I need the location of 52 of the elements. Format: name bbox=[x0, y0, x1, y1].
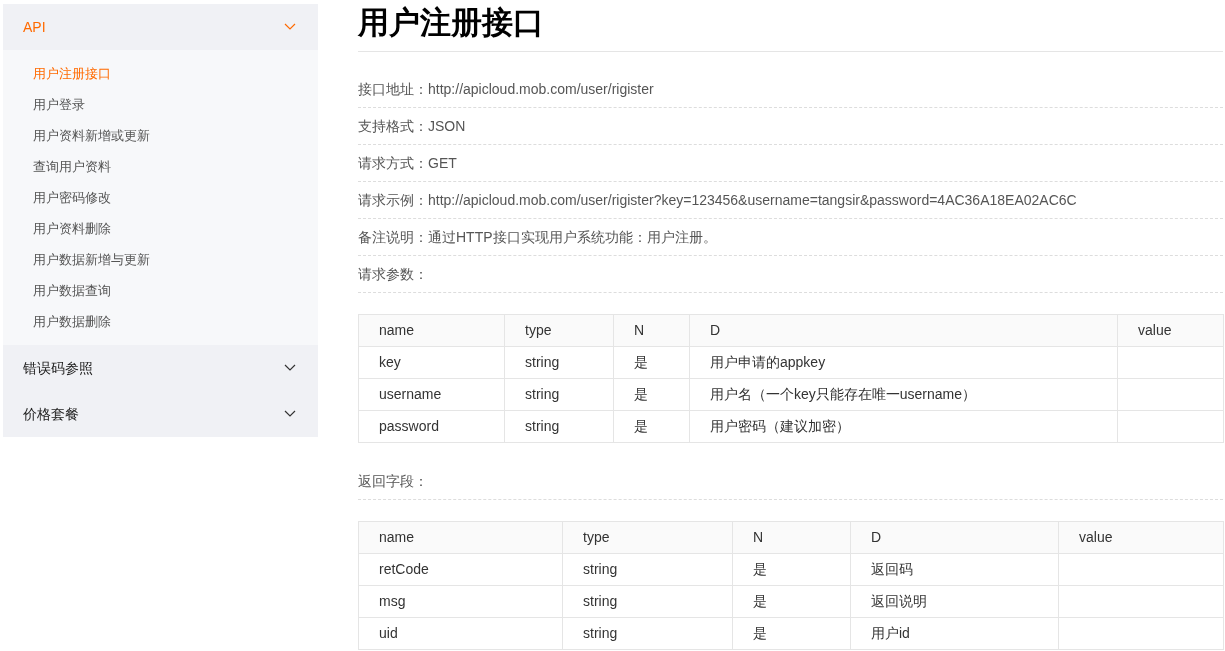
column-header: N bbox=[634, 322, 645, 338]
sidebar-link[interactable]: 用户数据新增与更新 bbox=[33, 249, 150, 270]
table-cell: 是 bbox=[753, 625, 767, 641]
page-title: 用户注册接口 bbox=[358, 7, 544, 38]
info-line: 备注说明：通过HTTP接口实现用户系统功能：用户注册。 bbox=[358, 227, 717, 247]
table-cell: uid bbox=[379, 625, 398, 641]
info-line: 请求方式：GET bbox=[358, 153, 457, 173]
table-cell: 用户密码（建议加密） bbox=[710, 418, 850, 434]
column-header: type bbox=[525, 322, 552, 338]
sidebar-section-header[interactable]: 错误码参照 bbox=[3, 345, 318, 391]
sidebar-link[interactable]: 用户登录 bbox=[33, 94, 85, 115]
sidebar-link[interactable]: 用户数据查询 bbox=[33, 280, 111, 301]
table-cell: password bbox=[379, 418, 439, 434]
sidebar-section-header[interactable]: 价格套餐 bbox=[3, 391, 318, 437]
column-header: name bbox=[379, 322, 415, 338]
table-cell: 是 bbox=[753, 561, 767, 577]
column-header: type bbox=[583, 529, 610, 545]
table-cell: 是 bbox=[634, 418, 648, 434]
table-cell: string bbox=[583, 593, 618, 609]
table-cell: msg bbox=[379, 593, 406, 609]
table-cell: retCode bbox=[379, 561, 429, 577]
column-header: D bbox=[871, 529, 882, 545]
table-cell: 返回码 bbox=[871, 561, 913, 577]
table-cell: string bbox=[583, 625, 618, 641]
column-header: value bbox=[1138, 322, 1172, 338]
table-cell: string bbox=[525, 386, 560, 402]
sidebar-link[interactable]: 用户资料新增或更新 bbox=[33, 125, 150, 146]
sidebar-link[interactable]: 用户密码修改 bbox=[33, 187, 111, 208]
table-cell: string bbox=[525, 354, 560, 370]
table-cell: key bbox=[379, 354, 401, 370]
sidebar-link[interactable]: 查询用户资料 bbox=[33, 156, 111, 177]
table-cell: 是 bbox=[634, 386, 648, 402]
table-cell: 用户id bbox=[871, 625, 910, 641]
section-label: 返回字段： bbox=[358, 471, 428, 491]
table-cell: 用户申请的appkey bbox=[710, 354, 826, 370]
table-cell: string bbox=[583, 561, 618, 577]
table-cell: 是 bbox=[634, 354, 648, 370]
info-line: 接口地址：http://apicloud.mob.com/user/rigister bbox=[358, 79, 654, 99]
table-cell: 是 bbox=[753, 593, 767, 609]
table-cell: 返回说明 bbox=[871, 593, 927, 609]
info-line: 支持格式：JSON bbox=[358, 116, 466, 136]
column-header: D bbox=[710, 322, 721, 338]
column-header: value bbox=[1079, 529, 1113, 545]
table-cell: 用户名（一个key只能存在唯一username） bbox=[710, 386, 977, 402]
column-header: N bbox=[753, 529, 764, 545]
info-line: 请求参数： bbox=[358, 264, 428, 284]
sidebar-link[interactable]: 用户资料删除 bbox=[33, 218, 111, 239]
info-line: 请求示例：http://apicloud.mob.com/user/rigister?key=123456&username=tangsir&password=4AC36A18EA02AC6C bbox=[358, 190, 1077, 210]
table-cell: string bbox=[525, 418, 560, 434]
sidebar-link[interactable]: 用户数据删除 bbox=[33, 311, 111, 332]
column-header: name bbox=[379, 529, 415, 545]
table-cell: username bbox=[379, 386, 442, 402]
